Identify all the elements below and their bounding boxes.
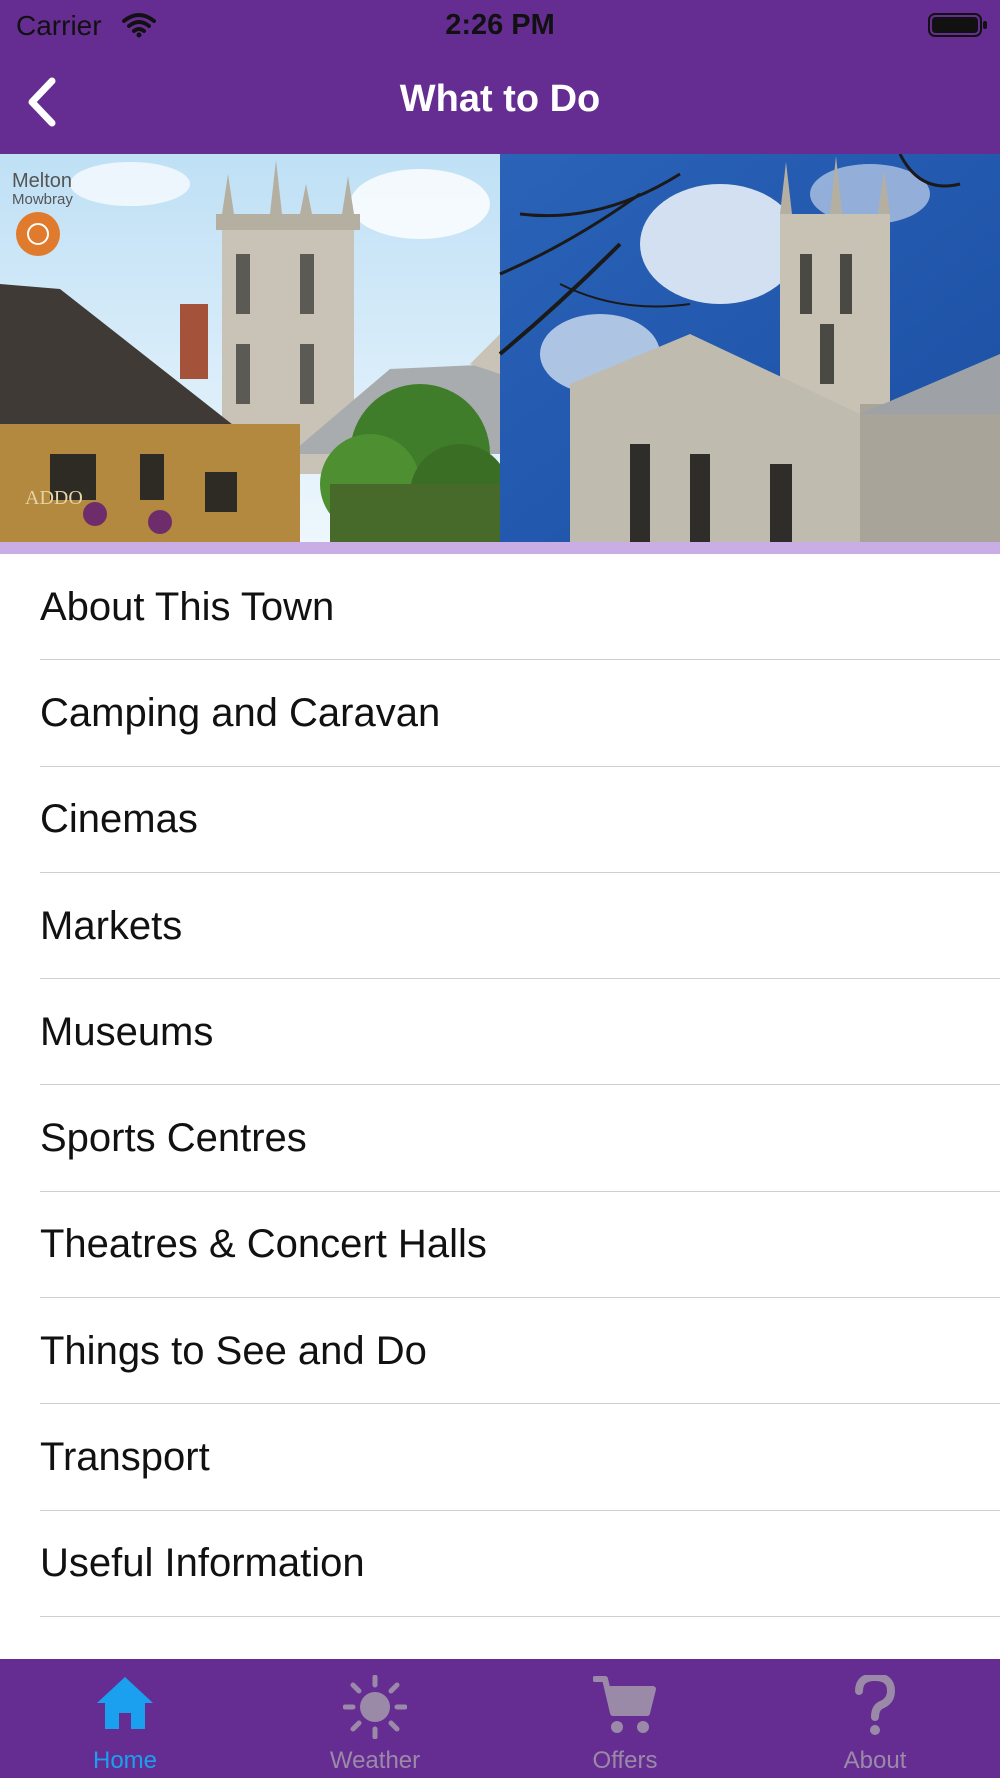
question-icon: [855, 1675, 896, 1735]
tab-about[interactable]: About: [750, 1659, 1000, 1778]
list-item-transport[interactable]: Transport: [0, 1404, 1000, 1511]
tab-weather[interactable]: Weather: [250, 1659, 500, 1778]
list-item-label: Theatres & Concert Halls: [40, 1222, 487, 1267]
home-icon: [97, 1677, 153, 1729]
logo-line1: Melton: [12, 170, 72, 192]
list-item-label: About This Town: [40, 584, 335, 629]
list-item-useful-information[interactable]: Useful Information: [0, 1511, 1000, 1618]
list-item-sports-centres[interactable]: Sports Centres: [0, 1085, 1000, 1193]
navigation-bar: What to Do: [0, 50, 1000, 154]
tab-home[interactable]: Home: [0, 1659, 250, 1778]
header: Carrier 2:26 PM What to Do: [0, 0, 1000, 154]
tab-label: About: [843, 1747, 907, 1774]
list-item-things-to-see-and-do[interactable]: Things to See and Do: [0, 1298, 1000, 1405]
status-bar: Carrier 2:26 PM: [0, 0, 1000, 50]
menu-list: About This Town Camping and Caravan Cine…: [0, 554, 1000, 1618]
list-item-label: Transport: [40, 1435, 210, 1480]
church-photos: ADDO Melton Mowbray: [0, 154, 1000, 542]
list-item-theatres-concert-halls[interactable]: Theatres & Concert Halls: [0, 1192, 1000, 1299]
list-item-label: Cinemas: [40, 797, 198, 842]
list-item-cinemas[interactable]: Cinemas: [0, 767, 1000, 874]
list-item-label: Camping and Caravan: [40, 690, 441, 735]
cart-icon: [593, 1676, 656, 1733]
list-item-label: Things to See and Do: [40, 1328, 427, 1373]
list-item-about-this-town[interactable]: About This Town: [0, 554, 1000, 661]
list-item-label: Sports Centres: [40, 1116, 307, 1161]
list-item-markets[interactable]: Markets: [0, 873, 1000, 980]
list-item-label: Useful Information: [40, 1541, 365, 1586]
tab-label: Weather: [329, 1747, 421, 1774]
tab-label: Offers: [592, 1747, 658, 1774]
list-item-label: Markets: [40, 903, 183, 948]
sun-icon: [343, 1675, 407, 1739]
battery-icon: [928, 13, 987, 37]
clock: 2:26 PM: [445, 9, 555, 41]
page-title: What to Do: [399, 78, 601, 120]
list-item-camping-and-caravan[interactable]: Camping and Caravan: [0, 660, 1000, 767]
tab-bar: Home Weather Offers About: [0, 1659, 1000, 1778]
logo-line2: Mowbray: [12, 191, 73, 208]
list-item-museums[interactable]: Museums: [0, 979, 1000, 1086]
tab-offers[interactable]: Offers: [500, 1659, 750, 1778]
banner-image: ADDO Melton Mowbray: [0, 154, 1000, 542]
pub-sign-text: ADDO: [25, 487, 83, 509]
logo-icon: [16, 212, 60, 256]
tab-label: Home: [92, 1747, 158, 1774]
list-item-label: Museums: [40, 1009, 214, 1054]
banner-divider: [0, 542, 1000, 554]
